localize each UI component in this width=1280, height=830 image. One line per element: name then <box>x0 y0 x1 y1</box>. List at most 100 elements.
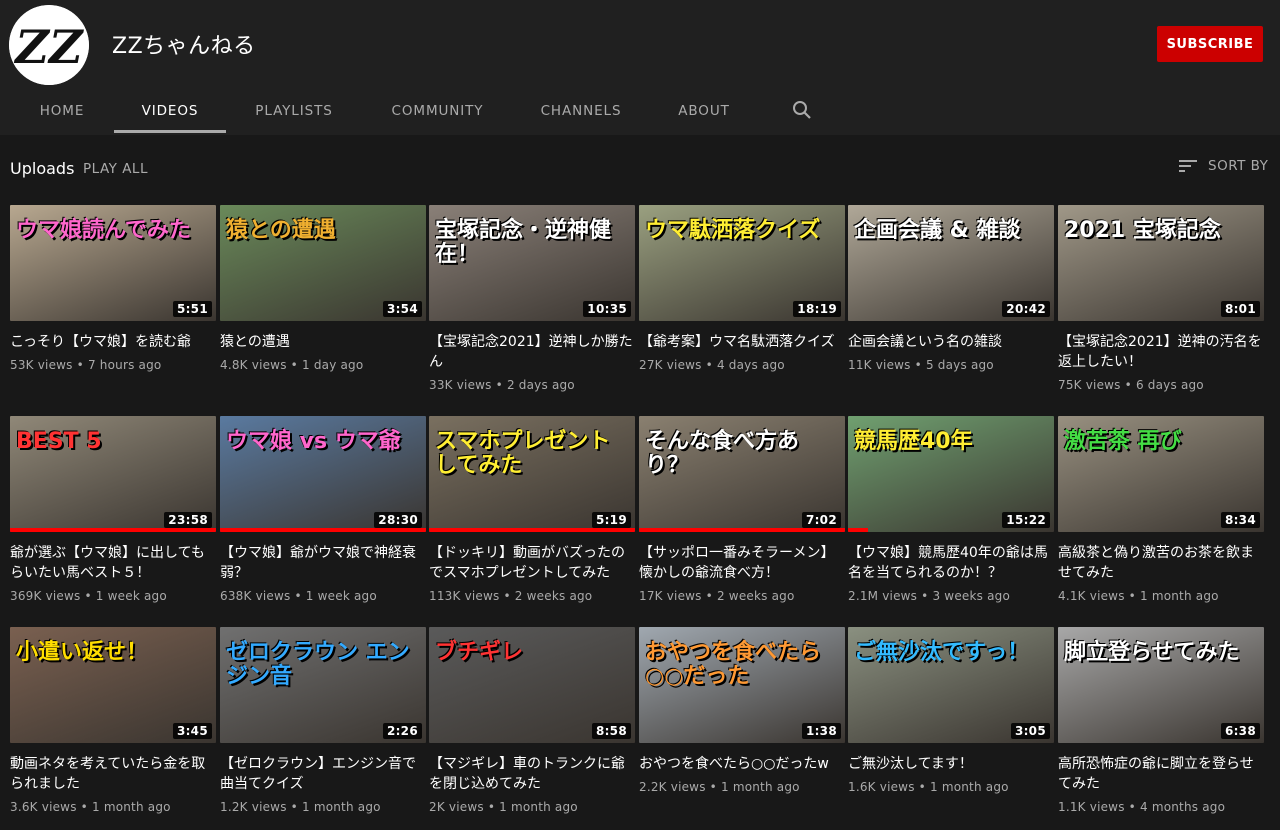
video-card[interactable]: 宝塚記念・逆神健在！ 10:35 【宝塚記念2021】逆神しか勝たん 33K view… <box>429 205 635 392</box>
thumbnail-caption: 企画会議 & 雑談 <box>854 218 1021 243</box>
upload-age: 5 days ago <box>925 358 994 372</box>
watch-progress-bar <box>10 528 216 532</box>
watch-progress-bar <box>429 528 635 532</box>
upload-age: 7 hours ago <box>87 358 162 372</box>
video-title[interactable]: 高級茶と偽り激苦のお茶を飲ませてみた <box>1058 543 1264 583</box>
video-thumbnail[interactable]: スマホプレゼントしてみた 5:19 <box>429 416 635 532</box>
watch-progress-bar <box>220 528 426 532</box>
view-count: 638K views <box>220 589 291 603</box>
meta-separator: • <box>286 358 302 372</box>
video-card[interactable]: 猿との遭遇 3:54 猿との遭遇 4.8K views • 1 day ago <box>220 205 426 372</box>
video-card[interactable]: ブチギレ 8:58 【マジギレ】車のトランクに爺を閉じ込めてみた 2K views •… <box>429 627 635 814</box>
video-card[interactable]: ウマ娘 vs ウマ爺 28:30 【ウマ娘】爺がウマ娘で神経衰弱？ 638K view… <box>220 416 426 603</box>
play-all-button[interactable]: PLAY ALL <box>83 161 148 177</box>
video-title[interactable]: 動画ネタを考えていたら金を取られました <box>10 754 216 794</box>
video-title[interactable]: 【ドッキリ】動画がバズったのでスマホプレゼントしてみた <box>429 543 635 583</box>
video-card[interactable]: おやつを食べたら○○だった 1:38 おやつを食べたら○○だったw 2.2K view… <box>639 627 845 794</box>
video-metadata: 3.6K views • 1 month ago <box>10 800 216 814</box>
video-thumbnail[interactable]: ゼロクラウン エンジン音 2:26 <box>220 627 426 743</box>
video-card[interactable]: ウマ娘読んでみた 5:51 こっそり【ウマ娘】を読む爺 53K views • 7 h… <box>10 205 216 372</box>
video-duration: 8:58 <box>591 723 631 739</box>
thumbnail-caption: スマホプレゼントしてみた <box>435 429 611 479</box>
video-thumbnail[interactable]: ウマ娘読んでみた 5:51 <box>10 205 216 321</box>
video-thumbnail[interactable]: 宝塚記念・逆神健在！ 10:35 <box>429 205 635 321</box>
video-title[interactable]: 【ゼロクラウン】エンジン音で曲当てクイズ <box>220 754 426 794</box>
meta-separator: • <box>499 589 515 603</box>
subscribe-button[interactable]: SUBSCRIBE <box>1157 26 1263 62</box>
video-title[interactable]: 【宝塚記念2021】逆神の汚名を返上したい！ <box>1058 332 1264 372</box>
video-title[interactable]: 高所恐怖症の爺に脚立を登らせてみた <box>1058 754 1264 794</box>
video-thumbnail[interactable]: ご無沙汰ですっ！ 3:05 <box>848 627 1054 743</box>
video-card[interactable]: 激苦茶 再び 8:34 高級茶と偽り激苦のお茶を飲ませてみた 4.1K views •… <box>1058 416 1264 603</box>
video-title[interactable]: 【サッポロ一番みそラーメン】懐かしの爺流食べ方！ <box>639 543 845 583</box>
channel-search-button[interactable] <box>790 98 814 122</box>
tab-playlists[interactable]: PLAYLISTS <box>243 86 345 135</box>
video-title[interactable]: おやつを食べたら○○だったw <box>639 754 845 774</box>
video-thumbnail[interactable]: ブチギレ 8:58 <box>429 627 635 743</box>
video-duration: 1:38 <box>801 723 841 739</box>
video-title[interactable]: ご無沙汰してます！ <box>848 754 1054 774</box>
upload-age: 6 days ago <box>1135 378 1204 392</box>
thumbnail-caption: 宝塚記念・逆神健在！ <box>435 218 612 268</box>
video-card[interactable]: 2021 宝塚記念 8:01 【宝塚記念2021】逆神の汚名を返上したい！ 75K v… <box>1058 205 1264 392</box>
tab-home[interactable]: HOME <box>27 86 97 135</box>
video-title[interactable]: 【マジギレ】車のトランクに爺を閉じ込めてみた <box>429 754 635 794</box>
video-thumbnail[interactable]: BEST 5 23:58 <box>10 416 216 532</box>
video-duration: 23:58 <box>164 512 212 528</box>
video-card[interactable]: スマホプレゼントしてみた 5:19 【ドッキリ】動画がバズったのでスマホプレゼントし… <box>429 416 635 603</box>
video-thumbnail[interactable]: 激苦茶 再び 8:34 <box>1058 416 1264 532</box>
thumbnail-caption: ウマ駄洒落クイズ <box>645 218 821 243</box>
video-title[interactable]: 企画会議という名の雑談 <box>848 332 1054 352</box>
sort-by-label: SORT BY <box>1208 158 1269 174</box>
meta-separator: • <box>80 589 96 603</box>
video-card[interactable]: 企画会議 & 雑談 20:42 企画会議という名の雑談 11K views • 5 d… <box>848 205 1054 372</box>
video-title[interactable]: 【爺考案】ウマ名駄洒落クイズ <box>639 332 845 352</box>
video-duration: 7:02 <box>801 512 841 528</box>
video-card[interactable]: 脚立登らせてみた 6:38 高所恐怖症の爺に脚立を登らせてみた 1.1K views … <box>1058 627 1264 814</box>
meta-separator: • <box>483 800 500 814</box>
video-card[interactable]: ウマ駄洒落クイズ 18:19 【爺考案】ウマ名駄洒落クイズ 27K views • 4… <box>639 205 845 372</box>
upload-age: 3 weeks ago <box>932 589 1011 603</box>
view-count: 369K views <box>10 589 81 603</box>
watch-progress-bar <box>639 528 845 532</box>
video-thumbnail[interactable]: 脚立登らせてみた 6:38 <box>1058 627 1264 743</box>
video-thumbnail[interactable]: 競馬歴40年 15:22 <box>848 416 1054 532</box>
channel-header: ZZ ZZちゃんねる SUBSCRIBE HOME VIDEOS PLAYLIS… <box>0 0 1280 135</box>
tab-about[interactable]: ABOUT <box>667 86 741 135</box>
channel-avatar[interactable]: ZZ <box>9 5 89 85</box>
video-metadata: 17K views • 2 weeks ago <box>639 589 845 603</box>
video-thumbnail[interactable]: 2021 宝塚記念 8:01 <box>1058 205 1264 321</box>
video-title[interactable]: 猿との遭遇 <box>220 332 426 352</box>
video-title[interactable]: 【宝塚記念2021】逆神しか勝たん <box>429 332 635 372</box>
tab-community[interactable]: COMMUNITY <box>380 86 495 135</box>
upload-age: 2 weeks ago <box>716 589 795 603</box>
video-thumbnail[interactable]: そんな食べ方あり？ 7:02 <box>639 416 845 532</box>
video-card[interactable]: 小遣い返せ！ 3:45 動画ネタを考えていたら金を取られました 3.6K views … <box>10 627 216 814</box>
video-thumbnail[interactable]: 小遣い返せ！ 3:45 <box>10 627 216 743</box>
video-thumbnail[interactable]: ウマ娘 vs ウマ爺 28:30 <box>220 416 426 532</box>
video-thumbnail[interactable]: ウマ駄洒落クイズ 18:19 <box>639 205 845 321</box>
sort-by-button[interactable]: SORT BY <box>1178 158 1268 174</box>
video-title[interactable]: 爺が選ぶ【ウマ娘】に出してもらいたい馬ベスト５！ <box>10 543 216 583</box>
video-metadata: 11K views • 5 days ago <box>848 358 1054 372</box>
tab-channels[interactable]: CHANNELS <box>530 86 632 135</box>
video-title[interactable]: 【ウマ娘】競馬歴40年の爺は馬名を当てられるのか！？ <box>848 543 1054 583</box>
video-thumbnail[interactable]: 企画会議 & 雑談 20:42 <box>848 205 1054 321</box>
video-card[interactable]: ご無沙汰ですっ！ 3:05 ご無沙汰してます！ 1.6K views • 1 mont… <box>848 627 1054 794</box>
video-card[interactable]: そんな食べ方あり？ 7:02 【サッポロ一番みそラーメン】懐かしの爺流食べ方！ 17K… <box>639 416 845 603</box>
video-card[interactable]: 競馬歴40年 15:22 【ウマ娘】競馬歴40年の爺は馬名を当てられるのか！？ 2.1… <box>848 416 1054 603</box>
tab-videos[interactable]: VIDEOS <box>114 86 226 135</box>
video-thumbnail[interactable]: 猿との遭遇 3:54 <box>220 205 426 321</box>
video-duration: 15:22 <box>1002 512 1050 528</box>
video-metadata: 53K views • 7 hours ago <box>10 358 216 372</box>
upload-age: 1 month ago <box>929 780 1009 794</box>
meta-separator: • <box>76 800 92 814</box>
view-count: 33K views <box>429 378 492 392</box>
channel-tabs: HOME VIDEOS PLAYLISTS COMMUNITY CHANNELS… <box>0 86 1280 135</box>
thumbnail-caption: BEST 5 <box>16 429 102 454</box>
video-thumbnail[interactable]: おやつを食べたら○○だった 1:38 <box>639 627 845 743</box>
video-card[interactable]: BEST 5 23:58 爺が選ぶ【ウマ娘】に出してもらいたい馬ベスト５！ 369K … <box>10 416 216 603</box>
video-title[interactable]: こっそり【ウマ娘】を読む爺 <box>10 332 216 352</box>
video-card[interactable]: ゼロクラウン エンジン音 2:26 【ゼロクラウン】エンジン音で曲当てクイズ 1.2K… <box>220 627 426 814</box>
video-title[interactable]: 【ウマ娘】爺がウマ娘で神経衰弱？ <box>220 543 426 583</box>
